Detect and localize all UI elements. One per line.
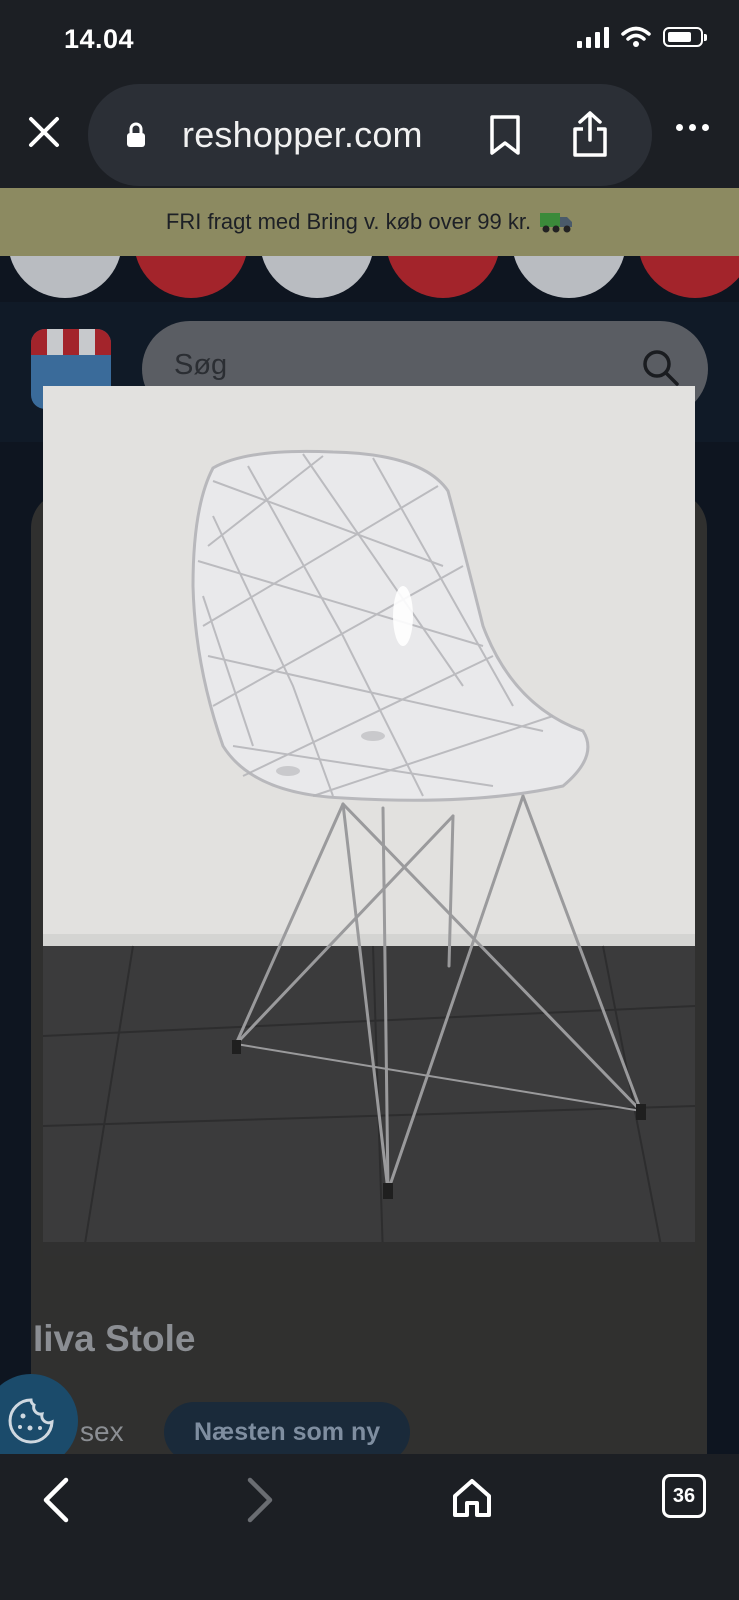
share-icon[interactable] [570, 110, 610, 158]
cellular-signal-icon [577, 26, 609, 48]
product-photo[interactable] [43, 386, 695, 1256]
product-title: Iiva Stole [33, 1318, 196, 1359]
truck-icon [540, 213, 573, 233]
battery-icon [663, 27, 707, 47]
lock-icon [127, 122, 145, 147]
status-icons [577, 26, 707, 48]
search-placeholder: Søg [174, 349, 228, 381]
battery-fill [668, 32, 691, 42]
home-icon[interactable] [450, 1476, 494, 1520]
close-button[interactable] [22, 110, 66, 154]
browser-toolbar: 36 [0, 1454, 739, 1600]
search-icon[interactable] [642, 349, 680, 387]
close-icon [29, 117, 59, 147]
product-gender: sex [80, 1416, 124, 1447]
status-bar: 14.04 [0, 0, 739, 80]
promo-banner: FRI fragt med Bring v. køb over 99 kr. [0, 188, 739, 256]
more-options-button[interactable] [676, 124, 709, 131]
tabs-button[interactable]: 36 [662, 1474, 706, 1518]
wifi-icon [621, 26, 651, 47]
back-arrow-icon[interactable] [36, 1476, 76, 1524]
status-time: 14.04 [64, 24, 135, 54]
awning-decoration [0, 256, 739, 302]
forward-arrow-icon[interactable] [240, 1476, 280, 1524]
address-bar[interactable]: reshopper.com [88, 84, 652, 186]
browser-bar: reshopper.com [0, 80, 739, 188]
url-text: reshopper.com [182, 114, 423, 155]
condition-badge: Næsten som ny [164, 1402, 411, 1454]
cookie-icon [8, 1398, 54, 1444]
promo-text: FRI fragt med Bring v. køb over 99 kr. [165, 209, 532, 234]
bookmark-icon[interactable] [488, 114, 522, 156]
